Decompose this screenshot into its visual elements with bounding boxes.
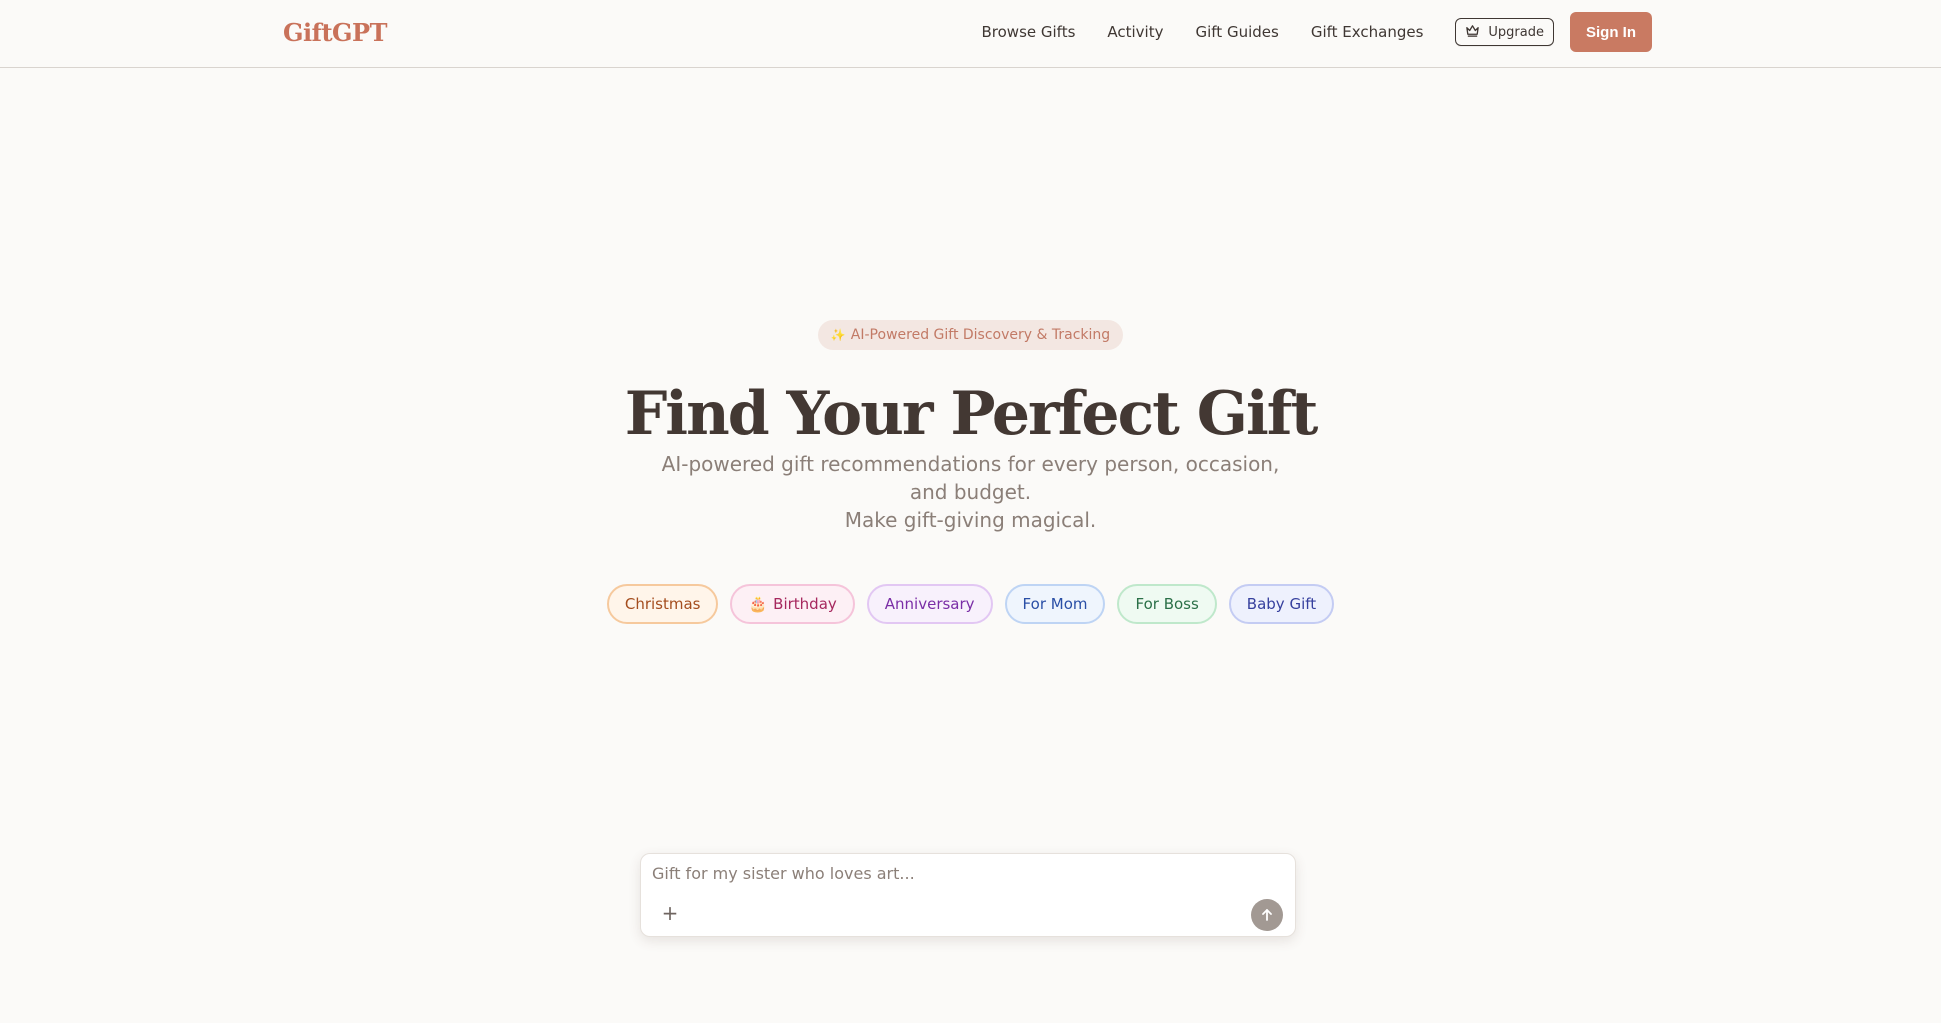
page-title: Find Your Perfect Gift xyxy=(624,379,1319,449)
brand-logo[interactable]: GiftGPT xyxy=(283,18,387,47)
chip-birthday[interactable]: 🎂 Birthday xyxy=(730,584,855,624)
hero-section: ✨ AI-Powered Gift Discovery & Tracking F… xyxy=(0,320,1941,624)
gift-prompt-composer: + xyxy=(640,853,1296,937)
crown-icon xyxy=(1465,23,1480,42)
sign-in-button[interactable]: Sign In xyxy=(1570,12,1652,52)
nav-link-gift-exchanges[interactable]: Gift Exchanges xyxy=(1311,23,1424,41)
chip-label: Birthday xyxy=(773,595,837,613)
upgrade-button[interactable]: Upgrade xyxy=(1455,18,1554,46)
chip-label: Anniversary xyxy=(884,595,975,613)
sparkle-icon: ✨ xyxy=(830,328,846,342)
chip-label: Christmas xyxy=(624,595,701,613)
upgrade-label: Upgrade xyxy=(1488,24,1544,40)
hero-subtitle-line2: Make gift-giving magical. xyxy=(844,508,1097,532)
chip-for-mom[interactable]: For Mom xyxy=(1004,584,1106,624)
nav-links: Browse Gifts Activity Gift Guides Gift E… xyxy=(982,0,1652,64)
chip-label: Baby Gift xyxy=(1246,595,1317,613)
chip-baby-gift[interactable]: Baby Gift xyxy=(1228,584,1335,624)
chip-for-boss[interactable]: For Boss xyxy=(1117,584,1217,624)
feature-badge-label: AI-Powered Gift Discovery & Tracking xyxy=(850,327,1111,343)
gift-prompt-input[interactable] xyxy=(652,864,1272,890)
nav-link-gift-guides[interactable]: Gift Guides xyxy=(1196,23,1279,41)
chip-anniversary[interactable]: Anniversary xyxy=(866,584,993,624)
top-navbar: GiftGPT Browse Gifts Activity Gift Guide… xyxy=(0,0,1941,68)
nav-link-activity[interactable]: Activity xyxy=(1107,23,1163,41)
nav-link-browse-gifts[interactable]: Browse Gifts xyxy=(982,23,1076,41)
plus-icon[interactable]: + xyxy=(659,901,681,925)
cake-icon: 🎂 xyxy=(748,595,768,613)
feature-badge: ✨ AI-Powered Gift Discovery & Tracking xyxy=(817,320,1124,350)
hero-subtitle: AI-powered gift recommendations for ever… xyxy=(641,450,1301,534)
occasion-chips: Christmas 🎂 Birthday Anniversary For Mom… xyxy=(0,584,1941,624)
hero-subtitle-line1: AI-powered gift recommendations for ever… xyxy=(661,452,1280,504)
chip-label: For Boss xyxy=(1135,595,1199,613)
chip-label: For Mom xyxy=(1022,595,1088,613)
arrow-up-icon xyxy=(1262,909,1272,921)
chip-christmas[interactable]: Christmas xyxy=(606,584,719,624)
send-button[interactable] xyxy=(1251,899,1283,931)
